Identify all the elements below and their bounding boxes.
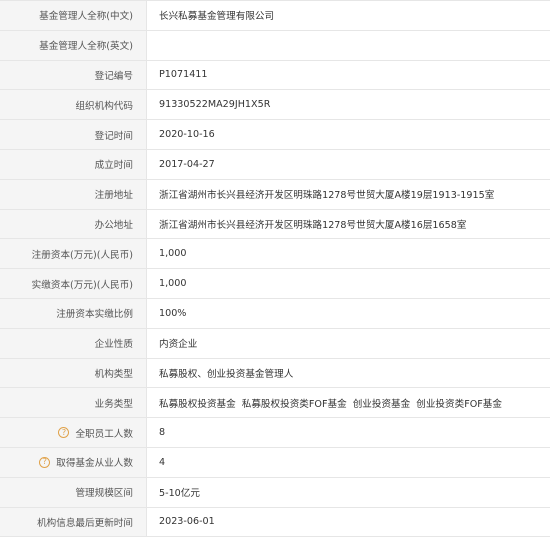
- label-text: 基金管理人全称(中文): [39, 11, 133, 23]
- row-label: 实缴资本(万元)(人民币): [0, 269, 147, 298]
- label-text: 注册地址: [94, 190, 133, 202]
- label-text: 企业性质: [94, 339, 133, 351]
- row-value: 100%: [147, 299, 550, 328]
- row-value: P1071411: [147, 61, 550, 90]
- value-text: 浙江省湖州市长兴县经济开发区明珠路1278号世贸大厦A楼19层1913-1915…: [159, 190, 495, 202]
- table-row: 基金管理人全称(中文) 长兴私募基金管理有限公司: [0, 1, 550, 31]
- row-value: 1,000: [147, 239, 550, 268]
- table-row: 组织机构代码 91330522MA29JH1X5R: [0, 90, 550, 121]
- table-row: 成立时间 2017-04-27: [0, 149, 550, 180]
- value-text: P1071411: [159, 69, 208, 81]
- label-text: 取得基金从业人数: [56, 458, 133, 470]
- row-label: 机构信息最后更新时间: [0, 507, 147, 537]
- row-value: 私募股权投资基金 私募股权投资类FOF基金 创业投资基金 创业投资类FOF基金: [147, 388, 550, 417]
- label-text: 机构信息最后更新时间: [37, 517, 133, 529]
- label-text: 组织机构代码: [75, 100, 133, 112]
- row-value: 私募股权、创业投资基金管理人: [147, 359, 550, 388]
- table-row: 企业性质 内资企业: [0, 328, 550, 359]
- label-text: 登记时间: [94, 130, 133, 142]
- value-text: 1,000: [159, 248, 187, 260]
- value-text: 浙江省湖州市长兴县经济开发区明珠路1278号世贸大厦A楼16层1658室: [159, 219, 467, 231]
- label-text: 全职员工人数: [75, 428, 133, 440]
- label-text: 实缴资本(万元)(人民币): [31, 279, 133, 291]
- question-icon[interactable]: ?: [39, 456, 51, 468]
- row-value: 浙江省湖州市长兴县经济开发区明珠路1278号世贸大厦A楼19层1913-1915…: [147, 180, 550, 209]
- table-row: 办公地址 浙江省湖州市长兴县经济开发区明珠路1278号世贸大厦A楼16层1658…: [0, 209, 550, 240]
- table-row: 注册地址 浙江省湖州市长兴县经济开发区明珠路1278号世贸大厦A楼19层1913…: [0, 179, 550, 210]
- label-text: 注册资本(万元)(人民币): [31, 249, 133, 261]
- table-row: 登记编号 P1071411: [0, 60, 550, 91]
- question-icon[interactable]: ?: [58, 427, 70, 439]
- row-value: 2020-10-16: [147, 120, 550, 149]
- business-type-tag: 创业投资类FOF基金: [416, 398, 502, 410]
- business-type-tag: 创业投资基金: [352, 398, 411, 410]
- value-text: 2020-10-16: [159, 129, 215, 141]
- value-text: 100%: [159, 307, 187, 319]
- row-label: ? 全职员工人数: [0, 418, 147, 447]
- row-value: 1,000: [147, 269, 550, 298]
- row-label: 办公地址: [0, 209, 147, 239]
- row-value: 4: [147, 448, 550, 477]
- label-text: 办公地址: [94, 219, 133, 231]
- manager-info-table: 基金管理人全称(中文) 长兴私募基金管理有限公司 基金管理人全称(英文) 登记编…: [0, 0, 550, 538]
- label-text: 成立时间: [94, 160, 133, 172]
- value-text: 8: [159, 427, 166, 439]
- row-value: 8: [147, 418, 550, 447]
- row-label: 基金管理人全称(中文): [0, 1, 147, 30]
- table-row: ? 全职员工人数 8: [0, 418, 550, 448]
- table-row: 业务类型 私募股权投资基金 私募股权投资类FOF基金 创业投资基金 创业投资类F…: [0, 388, 550, 419]
- row-label: 注册资本(万元)(人民币): [0, 239, 147, 269]
- value-text: 4: [159, 456, 166, 468]
- table-row: 登记时间 2020-10-16: [0, 120, 550, 150]
- row-label: 业务类型: [0, 388, 147, 418]
- label-text: 机构类型: [94, 368, 133, 380]
- value-text: 2023-06-01: [159, 516, 215, 528]
- business-type-tag: 私募股权投资基金: [159, 398, 236, 410]
- row-value: 5-10亿元: [147, 478, 550, 507]
- row-label: 注册地址: [0, 179, 147, 209]
- row-value: 浙江省湖州市长兴县经济开发区明珠路1278号世贸大厦A楼16层1658室: [147, 210, 550, 239]
- table-row: 基金管理人全称(英文): [0, 30, 550, 61]
- value-text: 长兴私募基金管理有限公司: [159, 11, 275, 23]
- row-value: 91330522MA29JH1X5R: [147, 90, 550, 119]
- row-label: 登记编号: [0, 60, 147, 90]
- value-text: 内资企业: [159, 339, 198, 351]
- label-text: 登记编号: [94, 70, 133, 82]
- value-text: 5-10亿元: [159, 488, 200, 500]
- row-value: [147, 31, 550, 60]
- table-row: 实缴资本(万元)(人民币) 1,000: [0, 269, 550, 299]
- row-label: 登记时间: [0, 120, 147, 149]
- row-value: 2017-04-27: [147, 150, 550, 179]
- label-text: 基金管理人全称(英文): [39, 41, 133, 53]
- row-value: 长兴私募基金管理有限公司: [147, 1, 550, 30]
- table-row: 机构类型 私募股权、创业投资基金管理人: [0, 358, 550, 389]
- row-label: 注册资本实缴比例: [0, 298, 147, 328]
- row-label: 管理规模区间: [0, 477, 147, 507]
- table-row: 注册资本实缴比例 100%: [0, 298, 550, 329]
- table-row: ? 取得基金从业人数 4: [0, 447, 550, 478]
- business-type-tag: 私募股权投资类FOF基金: [241, 398, 347, 410]
- value-text: 91330522MA29JH1X5R: [159, 99, 271, 111]
- table-row: 管理规模区间 5-10亿元: [0, 477, 550, 508]
- label-text: 业务类型: [94, 398, 133, 410]
- row-value: 2023-06-01: [147, 508, 550, 537]
- row-label: 机构类型: [0, 358, 147, 388]
- value-text: 私募股权、创业投资基金管理人: [159, 368, 294, 380]
- row-label: 组织机构代码: [0, 90, 147, 120]
- row-label: 成立时间: [0, 149, 147, 179]
- row-label: 企业性质: [0, 328, 147, 358]
- value-text: 1,000: [159, 278, 187, 290]
- value-text: 2017-04-27: [159, 158, 215, 170]
- row-label: 基金管理人全称(英文): [0, 30, 147, 60]
- label-text: 注册资本实缴比例: [56, 309, 133, 321]
- table-row: 注册资本(万元)(人民币) 1,000: [0, 239, 550, 270]
- table-row: 机构信息最后更新时间 2023-06-01: [0, 507, 550, 538]
- label-text: 管理规模区间: [75, 488, 133, 500]
- row-label: ? 取得基金从业人数: [0, 447, 147, 477]
- row-value: 内资企业: [147, 329, 550, 358]
